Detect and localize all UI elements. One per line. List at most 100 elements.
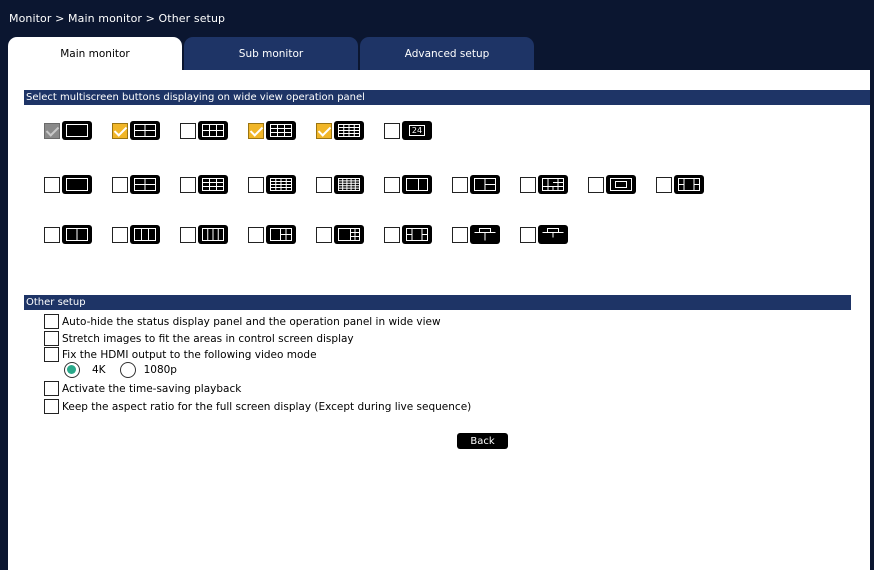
multiscreen-option[interactable] bbox=[452, 175, 500, 194]
multiscreen-checkbox[interactable] bbox=[248, 122, 264, 139]
2-split-right-icon[interactable] bbox=[402, 175, 432, 194]
25-split-screen-icon[interactable] bbox=[334, 175, 364, 194]
multiscreen-option[interactable] bbox=[248, 175, 296, 194]
multiscreen-option[interactable] bbox=[112, 175, 160, 194]
multiscreen-checkbox[interactable] bbox=[248, 226, 264, 243]
fix-hdmi-checkbox[interactable] bbox=[44, 347, 59, 362]
multiscreen-option[interactable] bbox=[112, 121, 160, 140]
multiscreen-option[interactable]: 24 bbox=[384, 121, 432, 140]
1-plus-3-split-icon[interactable] bbox=[266, 225, 296, 244]
multiscreen-option[interactable] bbox=[248, 225, 296, 244]
9-split-screen-icon[interactable] bbox=[266, 121, 296, 140]
multiscreen-checkbox[interactable] bbox=[520, 226, 536, 243]
option-time-saving[interactable]: Activate the time-saving playback bbox=[44, 380, 241, 397]
single-screen-icon[interactable] bbox=[62, 175, 92, 194]
multiscreen-option[interactable] bbox=[520, 225, 568, 244]
tab-label: Advanced setup bbox=[404, 47, 490, 60]
multiscreen-option[interactable] bbox=[316, 225, 364, 244]
multiscreen-checkbox[interactable] bbox=[180, 226, 196, 243]
multiscreen-option[interactable] bbox=[316, 175, 364, 194]
tab-advanced-setup[interactable]: Advanced setup bbox=[360, 37, 534, 70]
multiscreen-row-1: 24 bbox=[44, 121, 432, 140]
multiscreen-option[interactable] bbox=[112, 225, 160, 244]
option-fix-hdmi[interactable]: Fix the HDMI output to the following vid… bbox=[44, 346, 317, 363]
multiscreen-row-3 bbox=[44, 225, 568, 244]
option-auto-hide[interactable]: Auto-hide the status display panel and t… bbox=[44, 313, 441, 330]
16-split-screen-icon[interactable] bbox=[266, 175, 296, 194]
3-split-bottom-icon[interactable] bbox=[470, 175, 500, 194]
multiscreen-checkbox[interactable] bbox=[384, 176, 400, 193]
multiscreen-checkbox[interactable] bbox=[112, 226, 128, 243]
multiscreen-row-2 bbox=[44, 175, 704, 194]
side-split-icon[interactable] bbox=[674, 175, 704, 194]
multiscreen-checkbox[interactable] bbox=[112, 122, 128, 139]
24-split-screen-icon[interactable]: 24 bbox=[402, 121, 432, 140]
corner-split-icon[interactable] bbox=[538, 175, 568, 194]
multiscreen-checkbox[interactable] bbox=[44, 226, 60, 243]
multiscreen-option[interactable] bbox=[180, 121, 228, 140]
auto-hide-checkbox[interactable] bbox=[44, 314, 59, 329]
back-button[interactable]: Back bbox=[457, 433, 508, 449]
multiscreen-checkbox[interactable] bbox=[316, 226, 332, 243]
center-focus-split-icon[interactable] bbox=[402, 225, 432, 244]
multiscreen-checkbox[interactable] bbox=[316, 176, 332, 193]
video-mode-group: 4K 1080p bbox=[64, 362, 177, 378]
multiscreen-checkbox[interactable] bbox=[112, 176, 128, 193]
tab-sub-monitor[interactable]: Sub monitor bbox=[184, 37, 358, 70]
time-saving-checkbox[interactable] bbox=[44, 381, 59, 396]
option-label: Stretch images to fit the areas in contr… bbox=[62, 332, 354, 345]
radio-1080p[interactable] bbox=[119, 362, 136, 378]
multiscreen-option[interactable] bbox=[316, 121, 364, 140]
radio-4k[interactable] bbox=[64, 362, 80, 378]
multiscreen-label: 24 bbox=[408, 125, 426, 136]
9-split-screen-icon[interactable] bbox=[198, 175, 228, 194]
quad-screen-icon[interactable] bbox=[130, 175, 160, 194]
option-aspect-ratio[interactable]: Keep the aspect ratio for the full scree… bbox=[44, 398, 471, 415]
multiscreen-checkbox[interactable] bbox=[384, 226, 400, 243]
multiscreen-option[interactable] bbox=[656, 175, 704, 194]
2-split-horizontal-icon[interactable] bbox=[62, 225, 92, 244]
multiscreen-checkbox[interactable] bbox=[180, 122, 196, 139]
multiscreen-option[interactable] bbox=[588, 175, 636, 194]
multiscreen-option[interactable] bbox=[248, 121, 296, 140]
stretch-images-checkbox[interactable] bbox=[44, 331, 59, 346]
multiscreen-checkbox[interactable] bbox=[588, 176, 604, 193]
multiscreen-checkbox[interactable] bbox=[452, 176, 468, 193]
single-screen-icon[interactable] bbox=[62, 121, 92, 140]
multiscreen-checkbox bbox=[44, 122, 60, 139]
multiscreen-checkbox[interactable] bbox=[44, 176, 60, 193]
multiscreen-checkbox[interactable] bbox=[656, 176, 672, 193]
multiscreen-option[interactable] bbox=[180, 225, 228, 244]
multiscreen-option[interactable] bbox=[384, 175, 432, 194]
multiscreen-option[interactable] bbox=[44, 225, 92, 244]
multiscreen-checkbox[interactable] bbox=[384, 122, 400, 139]
4-split-vertical-icon[interactable] bbox=[198, 225, 228, 244]
option-label: Auto-hide the status display panel and t… bbox=[62, 315, 441, 328]
radio-1080p-label: 1080p bbox=[143, 364, 177, 376]
16-split-screen-icon[interactable] bbox=[334, 121, 364, 140]
1-plus-4-split-icon[interactable] bbox=[334, 225, 364, 244]
multiscreen-option[interactable] bbox=[44, 121, 92, 140]
multiscreen-option[interactable] bbox=[384, 225, 432, 244]
multiscreen-option[interactable] bbox=[452, 225, 500, 244]
multiscreen-option[interactable] bbox=[180, 175, 228, 194]
multiscreen-option[interactable] bbox=[520, 175, 568, 194]
multiscreen-checkbox[interactable] bbox=[452, 226, 468, 243]
3-split-vertical-icon[interactable] bbox=[130, 225, 160, 244]
multiscreen-option[interactable] bbox=[44, 175, 92, 194]
main-panel: Select multiscreen buttons displaying on… bbox=[8, 70, 870, 570]
6-split-screen-icon[interactable] bbox=[198, 121, 228, 140]
option-stretch-images[interactable]: Stretch images to fit the areas in contr… bbox=[44, 330, 354, 347]
aspect-ratio-checkbox[interactable] bbox=[44, 399, 59, 414]
tab-main-monitor[interactable]: Main monitor bbox=[8, 37, 182, 70]
top-plus-bottom-small-split-icon[interactable] bbox=[538, 225, 568, 244]
multiscreen-checkbox[interactable] bbox=[520, 176, 536, 193]
top-plus-bottom-split-icon[interactable] bbox=[470, 225, 500, 244]
multiscreen-checkbox[interactable] bbox=[180, 176, 196, 193]
quad-screen-icon[interactable] bbox=[130, 121, 160, 140]
frame-split-icon[interactable] bbox=[606, 175, 636, 194]
tab-label: Main monitor bbox=[60, 47, 130, 60]
multiscreen-checkbox[interactable] bbox=[316, 122, 332, 139]
multiscreen-checkbox[interactable] bbox=[248, 176, 264, 193]
option-label: Keep the aspect ratio for the full scree… bbox=[62, 400, 472, 413]
